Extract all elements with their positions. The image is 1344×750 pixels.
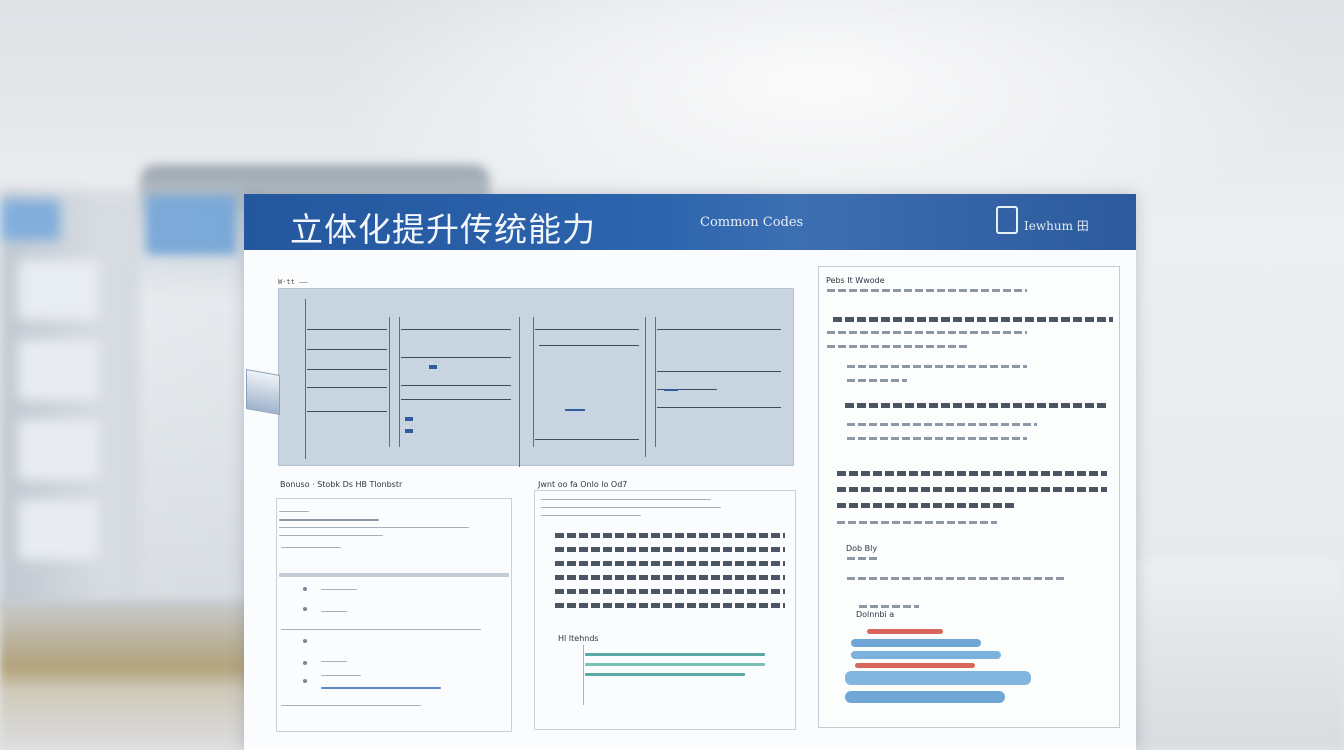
right-panel (818, 266, 1120, 728)
poster-banner: 立体化提升传统能力 Common Codes Iewhum 田 (244, 194, 1136, 250)
banner-right-text: Iewhum 田 (1024, 219, 1089, 233)
banner-subtitle: Common Codes (700, 215, 804, 230)
banner-logo-icon (996, 206, 1018, 234)
background-table (0, 600, 260, 750)
right-panel-subhead-2: Dolnnbi a (856, 610, 895, 619)
middle-section-box (534, 490, 796, 730)
background-right (1130, 560, 1344, 750)
right-panel-subhead: Dob Bly (846, 544, 878, 553)
left-section-title: Bonuso · Stobk Ds HB Tlonbstr (280, 480, 403, 489)
right-panel-title: Pebs It Wwode (826, 276, 885, 285)
screenshot-tab (246, 369, 280, 415)
poster: 立体化提升传统能力 Common Codes Iewhum 田 W·tt —— (244, 194, 1136, 750)
middle-section-title: Jwnt oo fa Onlo lo Od7 (538, 480, 628, 489)
screenshot-header: W·tt —— (278, 278, 308, 286)
banner-title: 立体化提升传统能力 (290, 210, 596, 249)
left-section-box (276, 498, 512, 732)
middle-subheading: Hl Itehnds (558, 634, 599, 643)
screenshot-panel (278, 288, 794, 467)
